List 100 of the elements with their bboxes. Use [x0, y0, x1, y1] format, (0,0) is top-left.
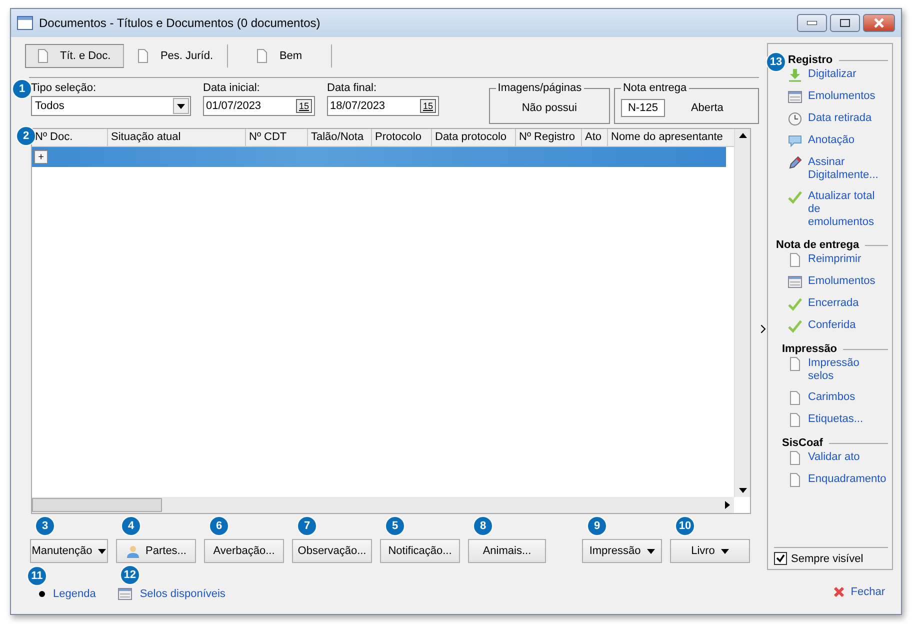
panel-link[interactable]: Conferida — [774, 317, 888, 339]
panel-link[interactable]: Atualizar total de emolumentos — [774, 188, 888, 235]
page-icon — [36, 49, 50, 63]
date-field[interactable]: 18/07/2023 15 — [327, 96, 439, 116]
panel-link[interactable]: Impressão selos — [774, 355, 888, 389]
close-icon — [832, 586, 845, 598]
checkmark-icon — [776, 554, 785, 563]
callout-marker: 2 — [16, 126, 36, 146]
panel-link[interactable]: Enquadramento — [774, 471, 888, 493]
scroll-up-icon — [738, 133, 746, 138]
callout-marker: 7 — [297, 516, 317, 536]
close-icon — [874, 18, 884, 28]
scroll-down-icon — [738, 488, 746, 493]
panel-link[interactable]: Data retirada — [774, 110, 888, 132]
caret-icon — [177, 104, 185, 108]
column-header[interactable]: Situação atual — [108, 129, 246, 146]
close-link[interactable]: Fechar — [832, 586, 885, 598]
section-title: SisCoaf — [782, 437, 823, 449]
caret-icon — [646, 548, 655, 554]
tab[interactable]: Tít. e Doc. — [25, 44, 124, 68]
section-title: Nota de entrega — [776, 239, 860, 251]
callout-marker: 8 — [473, 516, 493, 536]
page-icon — [255, 49, 270, 63]
close-button[interactable] — [863, 14, 895, 32]
selection-dropdown[interactable]: Todos — [31, 96, 191, 116]
page-icon — [788, 473, 802, 487]
panel-link[interactable]: Reimprimir — [774, 251, 888, 273]
panel-link[interactable]: Etiquetas... — [774, 411, 888, 433]
pen-icon — [788, 156, 802, 170]
callout-marker: 12 — [120, 565, 140, 585]
tab[interactable]: Bem — [228, 44, 332, 68]
minimize-icon — [807, 21, 817, 25]
speech-bubble-icon — [788, 134, 802, 148]
callout-marker: 10 — [675, 516, 695, 536]
checkbox[interactable] — [774, 552, 787, 565]
panel-link[interactable]: Assinar Digitalmente... — [774, 154, 888, 188]
list-window-icon — [118, 587, 132, 601]
page-icon — [788, 391, 802, 405]
page-icon — [136, 49, 150, 63]
maximize-button[interactable] — [830, 14, 860, 32]
page-icon — [788, 357, 802, 371]
column-header[interactable]: Nº Doc. — [32, 129, 108, 146]
horizontal-scrollbar[interactable] — [32, 497, 734, 513]
panel-link[interactable]: Emolumentos — [774, 88, 888, 110]
clock-icon — [788, 112, 802, 126]
field-label: Data final: — [327, 82, 378, 94]
column-header[interactable]: Nº CDT — [246, 129, 308, 146]
panel-link[interactable]: Encerrada — [774, 295, 888, 317]
callout-marker: 9 — [587, 516, 607, 536]
column-header[interactable]: Nº Registro — [516, 129, 582, 146]
callout-marker: 11 — [27, 566, 47, 586]
callout-marker: 13 — [766, 52, 786, 72]
check-icon — [788, 190, 802, 204]
field-label: Data inicial: — [203, 82, 261, 94]
callout-marker: 3 — [35, 516, 55, 536]
callout-marker: 4 — [121, 516, 141, 536]
panel-link[interactable]: Carimbos — [774, 389, 888, 411]
vertical-scrollbar[interactable] — [734, 129, 750, 497]
check-icon — [788, 297, 802, 311]
images-status: Não possui — [522, 102, 577, 114]
date-field[interactable]: 01/07/2023 15 — [203, 96, 315, 116]
column-header[interactable]: Talão/Nota — [308, 129, 372, 146]
page-icon — [788, 451, 802, 465]
column-header[interactable]: Ato — [582, 129, 608, 146]
table-row[interactable]: + — [32, 147, 726, 167]
tab[interactable]: Pes. Juríd. — [124, 44, 228, 68]
panel-link[interactable]: Anotação — [774, 132, 888, 154]
checkbox-label: Sempre visível — [791, 552, 864, 564]
list-window-icon — [788, 275, 802, 289]
window-icon — [17, 16, 33, 30]
section-title: Impressão — [782, 343, 838, 355]
panel-link[interactable]: Emolumentos — [774, 273, 888, 295]
person-icon — [126, 544, 140, 558]
expand-button[interactable]: + — [34, 150, 48, 164]
minimize-button[interactable] — [797, 14, 827, 32]
group-title: Nota entrega — [622, 82, 688, 94]
list-window-icon — [788, 90, 802, 104]
bullet-icon — [39, 591, 45, 597]
panel-link[interactable]: Validar ato — [774, 449, 888, 471]
chevron-right-icon[interactable] — [760, 324, 766, 332]
group-title: Imagens/páginas — [496, 82, 583, 94]
page-icon — [788, 413, 802, 427]
download-icon — [788, 68, 802, 82]
column-header[interactable]: Data protocolo — [432, 129, 516, 146]
check-icon — [788, 319, 802, 333]
calendar-button[interactable]: 15 — [296, 99, 312, 113]
callout-marker: 5 — [385, 516, 405, 536]
caret-icon — [720, 548, 729, 554]
calendar-button[interactable]: 15 — [420, 99, 436, 113]
section-title: Registro — [788, 54, 833, 66]
column-header[interactable]: Protocolo — [372, 129, 432, 146]
note-status: Aberta — [690, 102, 724, 114]
scroll-right-icon — [725, 501, 730, 509]
caret-icon — [98, 548, 106, 554]
field-label: Tipo seleção: — [31, 82, 98, 94]
maximize-icon — [840, 19, 850, 27]
page-icon — [788, 253, 802, 267]
window-title: Documentos - Títulos e Documentos (0 documentos) — [39, 16, 320, 30]
note-number-field: N-125 — [620, 98, 665, 116]
callout-marker: 6 — [209, 516, 229, 536]
